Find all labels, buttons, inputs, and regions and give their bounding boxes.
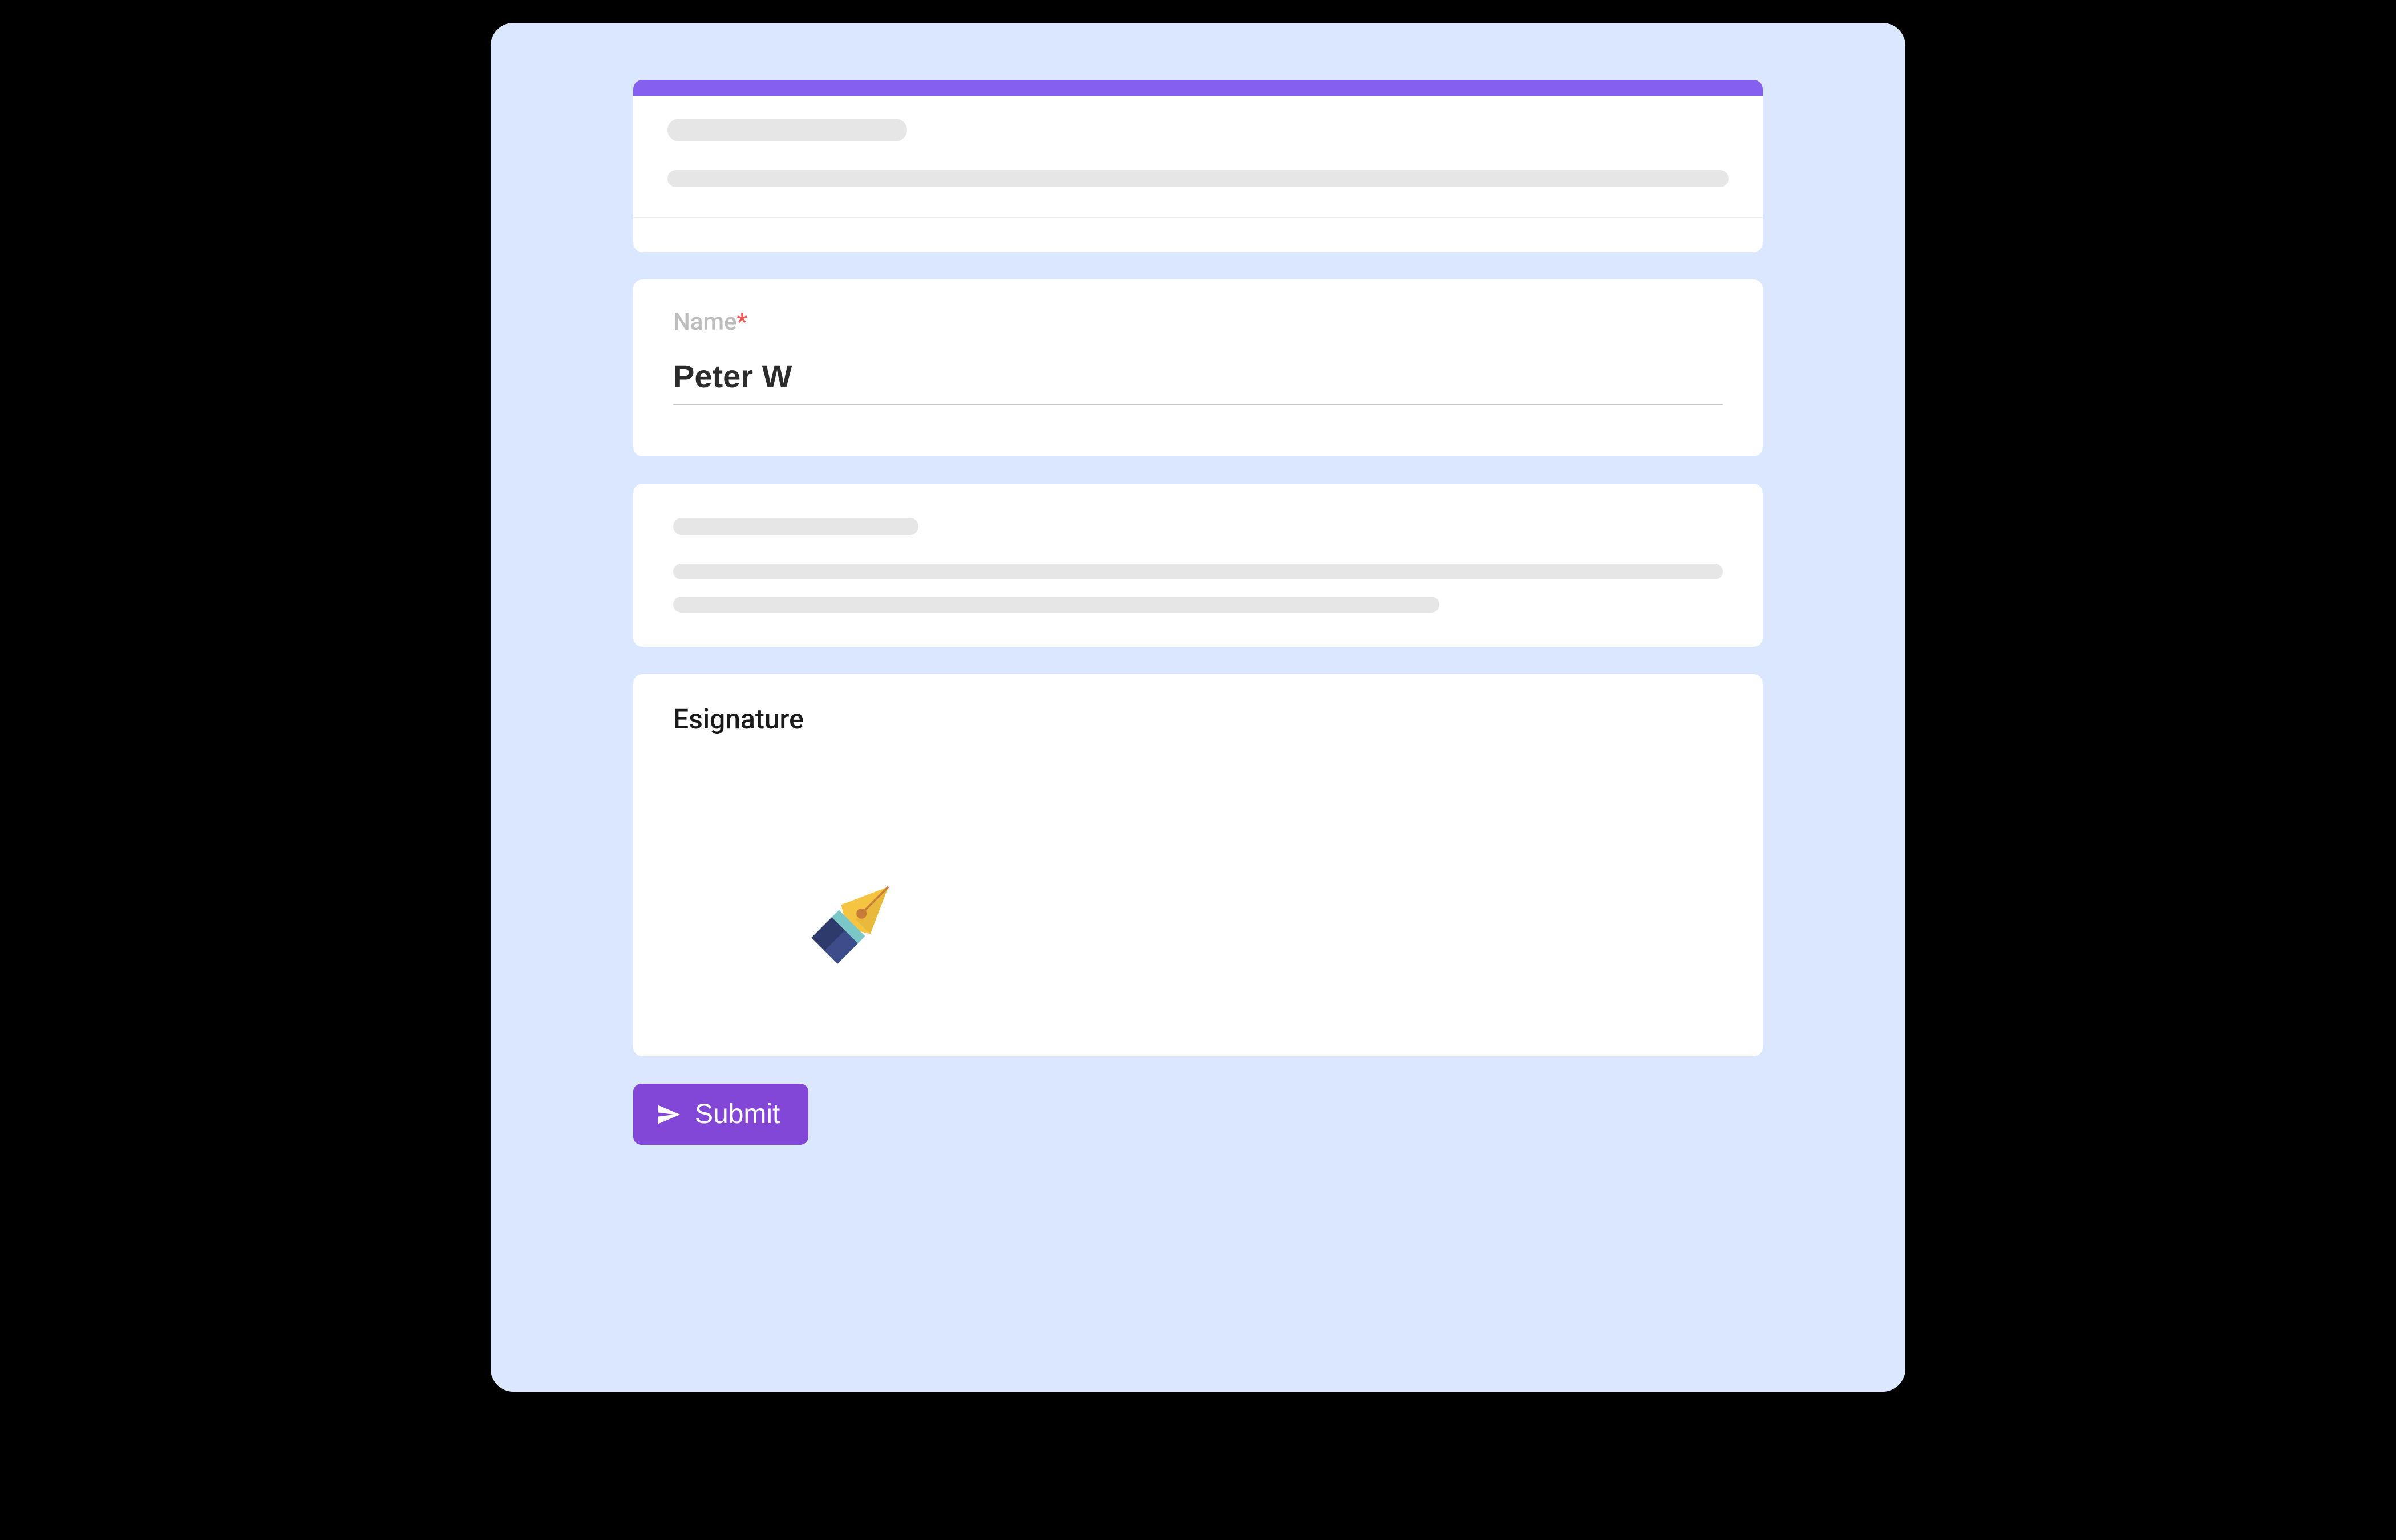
name-field-label: Name*: [673, 308, 1723, 336]
skeleton-description-placeholder: [667, 170, 1729, 187]
submit-button-label: Submit: [695, 1099, 780, 1130]
name-input[interactable]: [673, 353, 1723, 405]
esignature-card[interactable]: Esignature: [633, 674, 1763, 1056]
skeleton-field-line1: [673, 564, 1723, 579]
name-field-card: Name*: [633, 279, 1763, 456]
skeleton-field-line2: [673, 597, 1439, 613]
send-icon: [656, 1102, 681, 1127]
form-header-card: [633, 80, 1763, 252]
pen-nib-icon: [804, 868, 907, 971]
submit-button[interactable]: Submit: [633, 1084, 808, 1145]
skeleton-field-label: [673, 518, 918, 535]
esignature-label: Esignature: [673, 703, 1723, 735]
name-label-text: Name: [673, 308, 737, 336]
header-body: [633, 96, 1763, 205]
form-container: Name* Esignature Submit: [491, 23, 1905, 1392]
header-footer: [633, 218, 1763, 252]
placeholder-field-card: [633, 484, 1763, 647]
required-asterisk: *: [737, 308, 748, 336]
skeleton-title-placeholder: [667, 119, 907, 141]
